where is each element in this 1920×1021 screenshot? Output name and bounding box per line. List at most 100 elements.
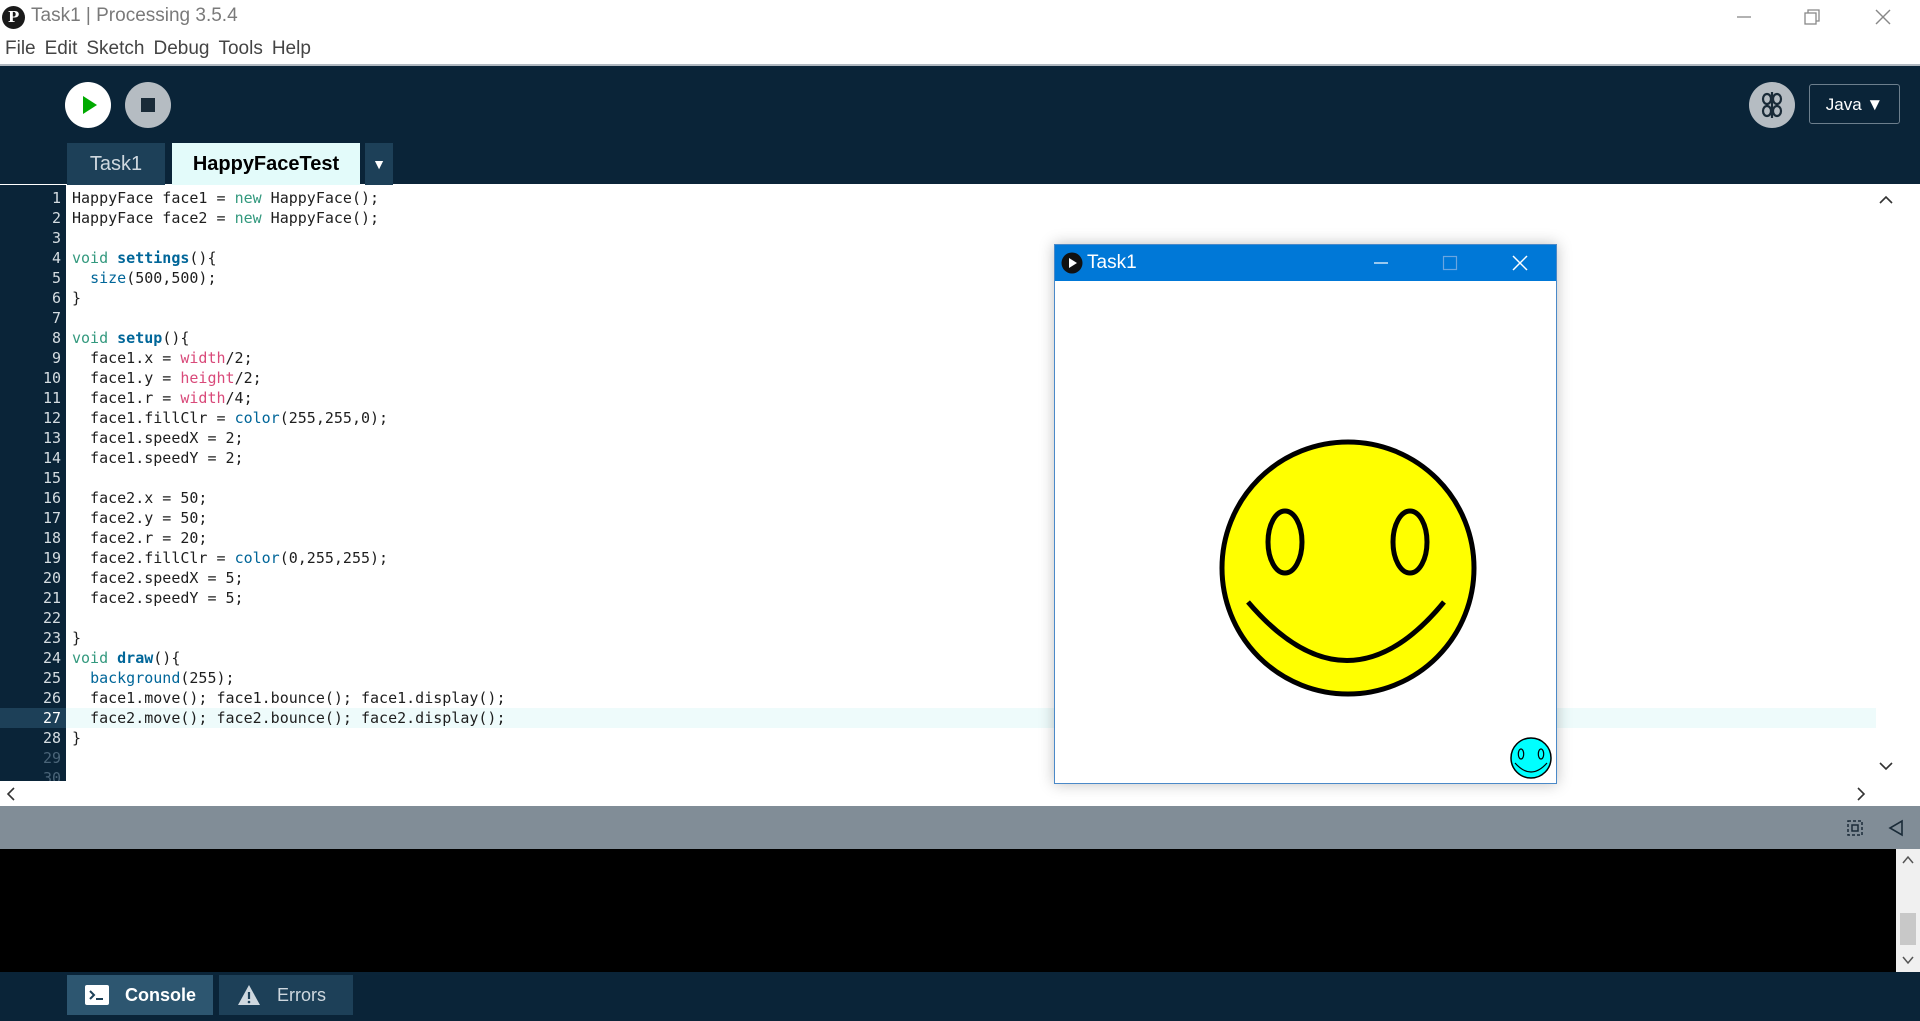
scroll-left-icon[interactable]: [6, 787, 16, 801]
scroll-right-icon[interactable]: [1856, 787, 1866, 801]
code-line[interactable]: face2.speedY = 5;: [72, 588, 244, 608]
code-line[interactable]: }: [72, 288, 81, 308]
code-line[interactable]: HappyFace face1 = new HappyFace();: [72, 188, 379, 208]
line-number: 19: [42, 549, 61, 567]
line-number: 11: [42, 389, 61, 407]
play-icon: [83, 96, 97, 114]
restore-button[interactable]: [1778, 0, 1846, 34]
menu-debug[interactable]: Debug: [148, 34, 213, 64]
code-line[interactable]: size(500,500);: [72, 268, 216, 288]
code-line[interactable]: face2.x = 50;: [72, 488, 207, 508]
console-scroll-thumb[interactable]: [1900, 913, 1916, 945]
editor-vertical-scrollbar[interactable]: [1876, 185, 1896, 781]
menu-tools[interactable]: Tools: [213, 34, 266, 64]
debugger-button[interactable]: [1749, 82, 1795, 128]
line-number: 29: [42, 749, 61, 767]
scroll-up-icon[interactable]: [1902, 855, 1914, 865]
run-button[interactable]: [65, 82, 111, 128]
editor-margin: [1896, 185, 1920, 781]
line-number: 4: [51, 249, 61, 267]
code-line[interactable]: face1.speedY = 2;: [72, 448, 244, 468]
console-tab[interactable]: Console: [67, 975, 213, 1015]
code-line[interactable]: void draw(){: [72, 648, 180, 668]
mode-selector[interactable]: Java ▼: [1809, 84, 1900, 124]
code-line[interactable]: face1.move(); face1.bounce(); face1.disp…: [72, 688, 505, 708]
tab-happyfacetest[interactable]: HappyFaceTest: [172, 143, 360, 185]
window-titlebar: [0, 0, 1920, 34]
code-line[interactable]: face2.move(); face2.bounce(); face2.disp…: [72, 708, 505, 728]
menu-help[interactable]: Help: [267, 34, 315, 64]
code-line[interactable]: }: [72, 628, 81, 648]
console-output[interactable]: [0, 849, 1896, 972]
tab-menu-button[interactable]: ▼: [365, 143, 393, 185]
menu-edit[interactable]: Edit: [40, 34, 82, 64]
code-line[interactable]: face1.speedX = 2;: [72, 428, 244, 448]
code-line[interactable]: face1.x = width/2;: [72, 348, 253, 368]
line-number: 12: [42, 409, 61, 427]
line-number: 15: [42, 469, 61, 487]
code-line[interactable]: face1.y = height/2;: [72, 368, 262, 388]
happy-face-large: [1219, 439, 1477, 697]
code-line[interactable]: background(255);: [72, 668, 235, 688]
console-scrollbar[interactable]: [1896, 849, 1920, 972]
sketch-window-titlebar[interactable]: Task1: [1055, 245, 1556, 281]
warning-icon: [238, 985, 260, 1005]
line-number: 14: [42, 449, 61, 467]
minimize-button[interactable]: [1710, 0, 1778, 34]
tab-task1[interactable]: Task1: [67, 143, 165, 185]
menu-bar: File Edit Sketch Debug Tools Help: [0, 34, 1920, 66]
line-number: 16: [42, 489, 61, 507]
debugger-icon: [1761, 92, 1783, 118]
minimize-icon[interactable]: [1373, 255, 1389, 271]
processing-logo-icon: P: [2, 6, 25, 29]
menu-file[interactable]: File: [0, 34, 40, 64]
maximize-icon[interactable]: [1442, 255, 1458, 271]
line-number: 7: [51, 309, 61, 327]
line-number: 2: [51, 209, 61, 227]
line-number: 18: [42, 529, 61, 547]
scroll-down-icon[interactable]: [1902, 955, 1914, 965]
code-line[interactable]: void settings(){: [72, 248, 217, 268]
line-number: 23: [42, 629, 61, 647]
stop-icon: [141, 98, 155, 112]
scroll-down-icon[interactable]: [1879, 761, 1893, 771]
chevron-down-icon: ▼: [372, 156, 386, 172]
code-line[interactable]: face1.r = width/4;: [72, 388, 253, 408]
line-number: 17: [42, 509, 61, 527]
code-line[interactable]: }: [72, 728, 81, 748]
code-line[interactable]: face2.speedX = 5;: [72, 568, 244, 588]
code-line[interactable]: face2.y = 50;: [72, 508, 207, 528]
status-bar: [0, 806, 1920, 849]
code-line[interactable]: face2.fillClr = color(0,255,255);: [72, 548, 388, 568]
stop-button[interactable]: [125, 82, 171, 128]
processing-run-icon: [1061, 252, 1083, 274]
line-number: 27: [42, 709, 61, 727]
close-button[interactable]: [1849, 0, 1917, 34]
errors-tab[interactable]: Errors: [219, 975, 353, 1015]
code-line[interactable]: face2.r = 20;: [72, 528, 207, 548]
line-number: 6: [51, 289, 61, 307]
editor-horizontal-scrollbar[interactable]: [0, 781, 1920, 806]
line-number: 8: [51, 329, 61, 347]
window-title: Task1 | Processing 3.5.4: [31, 5, 238, 26]
collapse-console-icon[interactable]: [1887, 819, 1905, 837]
code-line[interactable]: HappyFace face2 = new HappyFace();: [72, 208, 379, 228]
line-number: 3: [51, 229, 61, 247]
close-icon[interactable]: [1511, 254, 1529, 272]
menu-sketch[interactable]: Sketch: [81, 34, 148, 64]
code-line[interactable]: void setup(){: [72, 328, 189, 348]
line-number: 22: [42, 609, 61, 627]
sketch-window[interactable]: Task1: [1054, 244, 1557, 784]
line-number: 24: [42, 649, 61, 667]
copy-console-icon[interactable]: [1845, 818, 1865, 838]
restore-icon: [1804, 9, 1820, 25]
errors-tab-label: Errors: [277, 984, 326, 1005]
scroll-up-icon[interactable]: [1879, 195, 1893, 205]
line-number: 25: [42, 669, 61, 687]
console-icon: [85, 985, 109, 1005]
close-icon: [1875, 9, 1891, 25]
code-line[interactable]: face1.fillClr = color(255,255,0);: [72, 408, 388, 428]
sketch-canvas[interactable]: [1055, 281, 1556, 783]
console-tab-label: Console: [125, 984, 197, 1005]
line-number: 1: [51, 189, 61, 207]
